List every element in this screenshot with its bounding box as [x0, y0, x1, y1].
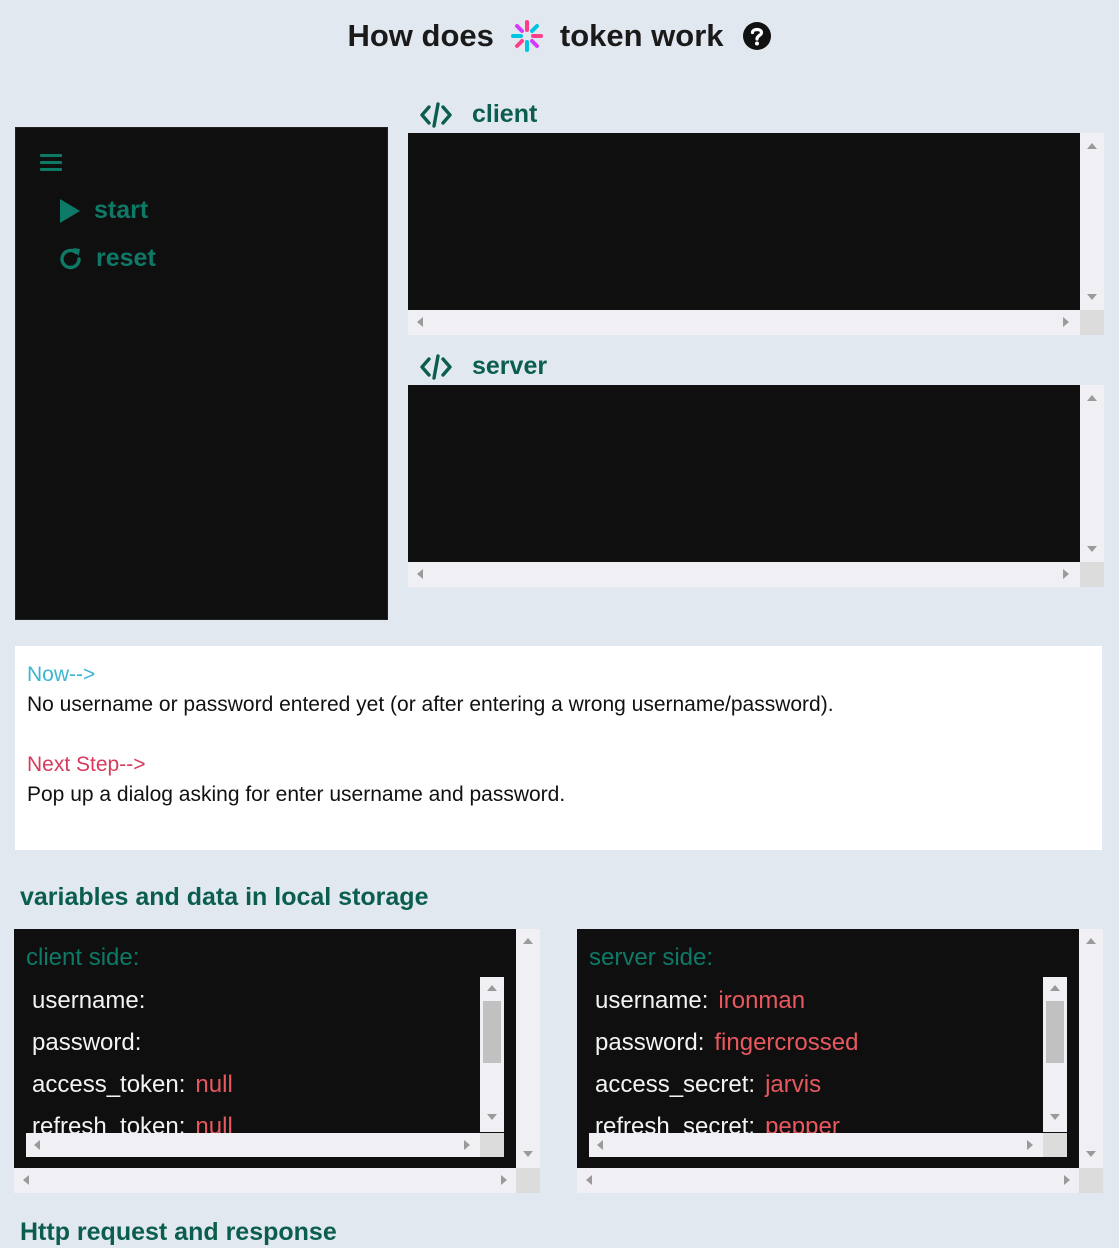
jwt-logo-icon [510, 19, 544, 53]
http-heading: Http request and response [20, 1218, 337, 1246]
storage-key: password: [32, 1029, 142, 1056]
storage-value: fingercrossed [714, 1029, 859, 1056]
scroll-corner [1079, 1168, 1103, 1193]
start-button[interactable]: start [58, 196, 148, 225]
scroll-corner [1080, 562, 1104, 587]
client-side-label: client side: [26, 944, 140, 971]
client-console-screen [408, 133, 1080, 310]
start-label: start [94, 196, 149, 224]
storage-row: password: [32, 1019, 233, 1061]
storage-heading: variables and data in local storage [20, 883, 429, 911]
scroll-left-arrow[interactable] [417, 569, 423, 579]
storage-value: null [195, 1071, 233, 1098]
scroll-corner [1080, 310, 1104, 335]
now-label: Now--> [27, 663, 96, 686]
storage-value: ironman [718, 987, 806, 1014]
reset-button[interactable]: reset [58, 244, 156, 273]
scroll-corner [1043, 1133, 1067, 1157]
scroll-left-arrow[interactable] [23, 1175, 29, 1185]
storage-key: password: [595, 1029, 705, 1056]
scroll-right-arrow[interactable] [1027, 1140, 1033, 1150]
title-text-after: token work [559, 18, 724, 53]
client-heading: client [420, 100, 537, 129]
scroll-left-arrow[interactable] [586, 1175, 592, 1185]
storage-row: access_secret: jarvis [595, 1061, 858, 1103]
server-console-screen [408, 385, 1080, 562]
server-console[interactable] [408, 385, 1104, 587]
scroll-right-arrow[interactable] [1064, 1175, 1070, 1185]
scroll-up-arrow[interactable] [1050, 985, 1060, 991]
vertical-scrollbar[interactable] [1043, 977, 1067, 1132]
now-text: No username or password entered yet (or … [27, 693, 834, 716]
storage-row: access_token: null [32, 1061, 233, 1103]
scrollbar-thumb[interactable] [483, 1001, 501, 1063]
next-step-text: Pop up a dialog asking for enter usernam… [27, 783, 566, 806]
scroll-up-arrow[interactable] [487, 985, 497, 991]
client-console[interactable] [408, 133, 1104, 335]
scrollbar-thumb[interactable] [1046, 1001, 1064, 1063]
title-text-before: How does [347, 18, 494, 53]
play-icon [60, 198, 80, 223]
scroll-corner [480, 1133, 504, 1157]
storage-row: username: [32, 977, 233, 1019]
client-storage-panel[interactable]: client side: username: password: access_to… [14, 929, 540, 1193]
storage-key: access_secret: [595, 1071, 756, 1098]
code-icon [420, 353, 452, 380]
horizontal-scrollbar[interactable] [26, 1133, 480, 1157]
scroll-right-arrow[interactable] [1063, 317, 1069, 327]
scroll-up-arrow[interactable] [1086, 938, 1096, 944]
scroll-right-arrow[interactable] [1063, 569, 1069, 579]
vertical-scrollbar[interactable] [480, 977, 504, 1132]
control-panel: start reset [15, 127, 388, 620]
page-title: How does token work [0, 18, 1119, 54]
hamburger-icon[interactable] [40, 154, 62, 172]
scroll-left-arrow[interactable] [34, 1140, 40, 1150]
client-label: client [472, 100, 538, 128]
scroll-down-arrow[interactable] [1087, 546, 1097, 552]
server-storage-panel[interactable]: server side: username: ironman password: fi… [577, 929, 1103, 1193]
storage-key: username: [32, 987, 146, 1014]
redo-icon [60, 247, 81, 269]
scroll-right-arrow[interactable] [464, 1140, 470, 1150]
question-circle-icon[interactable] [742, 21, 772, 51]
scroll-corner [516, 1168, 540, 1193]
code-icon [420, 101, 452, 128]
scroll-down-arrow[interactable] [1050, 1114, 1060, 1120]
next-step-label: Next Step--> [27, 753, 146, 776]
server-side-label: server side: [589, 944, 714, 971]
scroll-down-arrow[interactable] [1086, 1151, 1096, 1157]
storage-key: username: [595, 987, 709, 1014]
storage-row: username: ironman [595, 977, 858, 1019]
scroll-up-arrow[interactable] [1087, 143, 1097, 149]
scroll-down-arrow[interactable] [1087, 294, 1097, 300]
scroll-left-arrow[interactable] [417, 317, 423, 327]
storage-key: access_token: [32, 1071, 186, 1098]
scroll-left-arrow[interactable] [597, 1140, 603, 1150]
server-heading: server [420, 352, 547, 381]
scroll-up-arrow[interactable] [1087, 395, 1097, 401]
storage-value: jarvis [765, 1071, 822, 1098]
client-storage-list[interactable]: username: password: access_token: null refre… [26, 977, 504, 1157]
storage-row: password: fingercrossed [595, 1019, 858, 1061]
scroll-up-arrow[interactable] [523, 938, 533, 944]
scroll-right-arrow[interactable] [501, 1175, 507, 1185]
reset-label: reset [96, 244, 156, 272]
server-storage-list[interactable]: username: ironman password: fingercrossed ac… [589, 977, 1067, 1157]
horizontal-scrollbar[interactable] [589, 1133, 1043, 1157]
scroll-down-arrow[interactable] [523, 1151, 533, 1157]
scroll-down-arrow[interactable] [487, 1114, 497, 1120]
server-label: server [472, 352, 548, 380]
step-info-box: Now--> No username or password entered y… [15, 646, 1102, 850]
